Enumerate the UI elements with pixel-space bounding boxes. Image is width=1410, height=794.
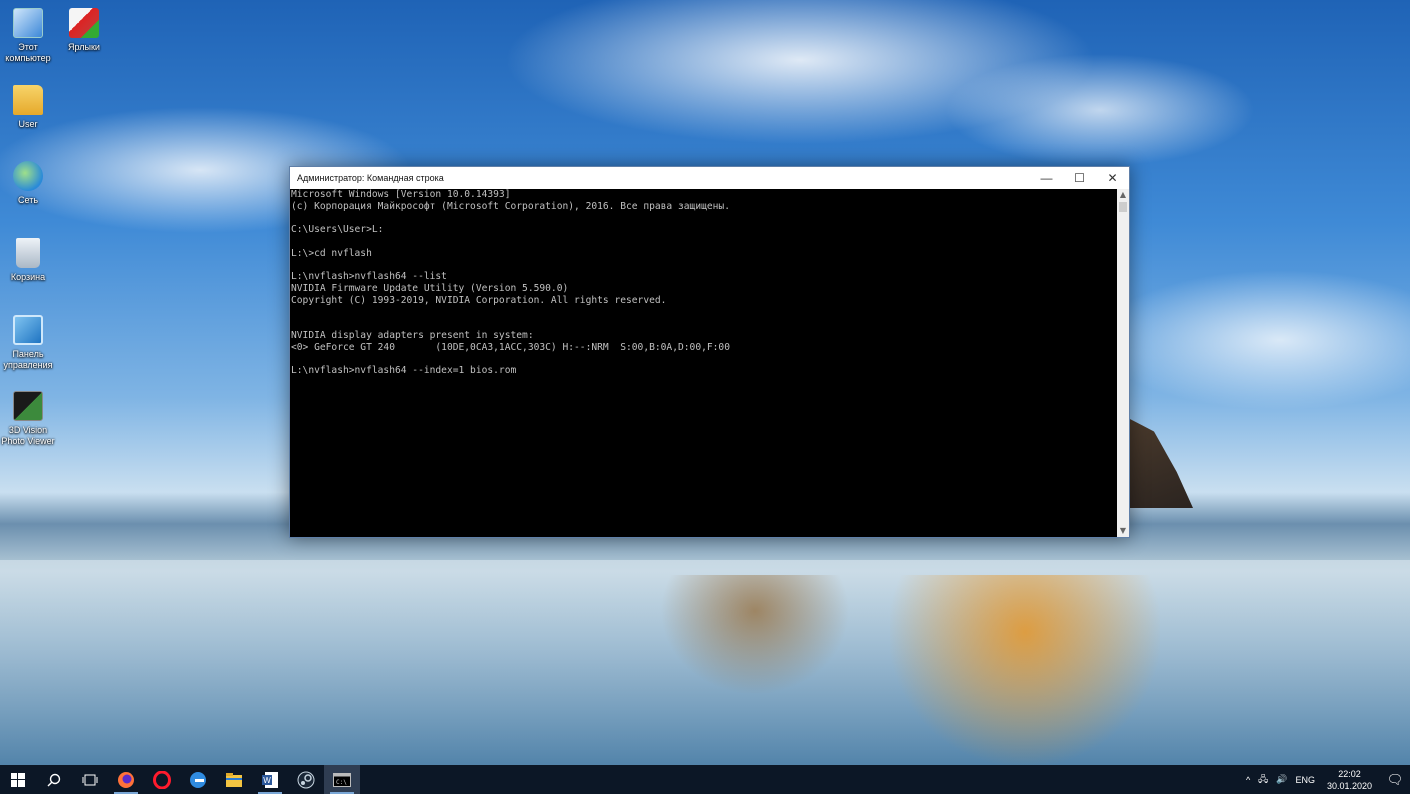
word-icon: W <box>262 771 278 788</box>
taskbar-steam[interactable] <box>288 765 324 794</box>
file-explorer-icon <box>226 772 242 787</box>
language-indicator[interactable]: ENG <box>1291 775 1319 785</box>
console-output[interactable]: Microsoft Windows [Version 10.0.14393] (c… <box>290 189 1117 537</box>
desktop-icon-network[interactable]: Сеть <box>0 161 56 206</box>
network-icon <box>13 161 43 191</box>
minimize-button[interactable]: — <box>1030 167 1063 189</box>
svg-text:W: W <box>263 776 271 785</box>
opera-icon <box>153 770 171 789</box>
shortcuts-folder-icon <box>69 8 99 38</box>
cmd-window[interactable]: Администратор: Командная строка — ☐ ✕ Mi… <box>289 166 1130 538</box>
console-line: L:\nvflash>nvflash64 --list <box>291 271 447 283</box>
network-tray-icon[interactable]: 🖧 <box>1254 772 1272 788</box>
console-line: NVIDIA Firmware Update Utility (Version … <box>291 283 569 294</box>
console-line: <0> GeForce GT 240 (10DE,0CA3,1ACC,303C)… <box>291 341 730 353</box>
clock-time: 22:02 <box>1338 768 1361 779</box>
task-view-icon <box>82 774 98 785</box>
edge-icon <box>190 771 206 788</box>
clock-date: 30.01.2020 <box>1326 780 1372 791</box>
scroll-up-icon[interactable]: ▲ <box>1117 189 1129 201</box>
computer-icon <box>13 8 43 38</box>
console-line: C:\Users\User>L: <box>291 224 384 236</box>
control-panel-icon <box>13 315 43 345</box>
clock[interactable]: 22:02 30.01.2020 <box>1319 768 1380 792</box>
console-line: L:\nvflash>nvflash64 --index=1 bios.rom <box>291 365 517 377</box>
close-button[interactable]: ✕ <box>1096 167 1129 189</box>
steam-icon <box>297 771 315 788</box>
3d-vision-icon <box>13 391 43 421</box>
volume-icon[interactable]: 🔊 <box>1272 774 1291 785</box>
show-hidden-icons-button[interactable]: ^ <box>1242 775 1254 785</box>
taskbar-file-explorer[interactable] <box>216 765 252 794</box>
search-icon <box>47 773 61 786</box>
console-line: L:\>cd nvflash <box>291 247 372 259</box>
vertical-scrollbar[interactable]: ▲ ▼ <box>1117 189 1129 537</box>
rock-reflection <box>660 575 850 695</box>
scroll-down-icon[interactable]: ▼ <box>1117 525 1129 537</box>
task-view-button[interactable] <box>72 765 108 794</box>
title-bar[interactable]: Администратор: Командная строка — ☐ ✕ <box>290 167 1129 189</box>
user-folder-icon <box>13 85 43 115</box>
system-tray: ^ 🖧 🔊 ENG 22:02 30.01.2020 🗨 <box>1242 765 1410 794</box>
desktop-icon-3d-vision[interactable]: 3D Vision Photo Viewer <box>0 391 56 447</box>
scroll-thumb[interactable] <box>1119 202 1127 212</box>
taskbar-cmd[interactable]: C:\ <box>324 765 360 794</box>
recycle-bin-icon <box>16 238 40 268</box>
console-line: Copyright (C) 1993-2019, NVIDIA Corporat… <box>291 294 667 306</box>
desktop-icon-this-computer[interactable]: Этот компьютер <box>0 8 56 64</box>
cliff-silhouette <box>1128 418 1193 508</box>
desktop-icon-shortcuts[interactable]: Ярлыки <box>56 8 112 53</box>
desktop-icon-recycle-bin[interactable]: Корзина <box>0 238 56 283</box>
console-line: Microsoft Windows [Version 10.0.14393] <box>291 189 511 200</box>
maximize-button[interactable]: ☐ <box>1063 167 1096 189</box>
desktop-icon-control-panel[interactable]: Панель управления <box>0 315 56 371</box>
desktop-icon-user[interactable]: User <box>0 85 56 130</box>
console-line: NVIDIA display adapters present in syste… <box>291 330 534 341</box>
taskbar-word[interactable]: W <box>252 765 288 794</box>
taskbar-opera[interactable] <box>144 765 180 794</box>
action-center-button[interactable]: 🗨 <box>1380 765 1410 794</box>
start-icon <box>11 772 25 787</box>
sunlit-rock-reflection <box>890 575 1160 765</box>
firefox-icon <box>118 771 134 788</box>
search-button[interactable] <box>36 765 72 794</box>
window-title: Администратор: Командная строка <box>297 173 444 183</box>
svg-text:C:\: C:\ <box>336 779 347 786</box>
console-line: (c) Корпорация Майкрософт (Microsoft Cor… <box>291 200 730 212</box>
taskbar: W C:\ ^ 🖧 🔊 ENG 22:02 30.01.2020 🗨 <box>0 765 1410 794</box>
taskbar-edge[interactable] <box>180 765 216 794</box>
cmd-icon: C:\ <box>333 772 351 787</box>
taskbar-firefox[interactable] <box>108 765 144 794</box>
notification-icon: 🗨 <box>1386 771 1404 787</box>
start-button[interactable] <box>0 765 36 794</box>
